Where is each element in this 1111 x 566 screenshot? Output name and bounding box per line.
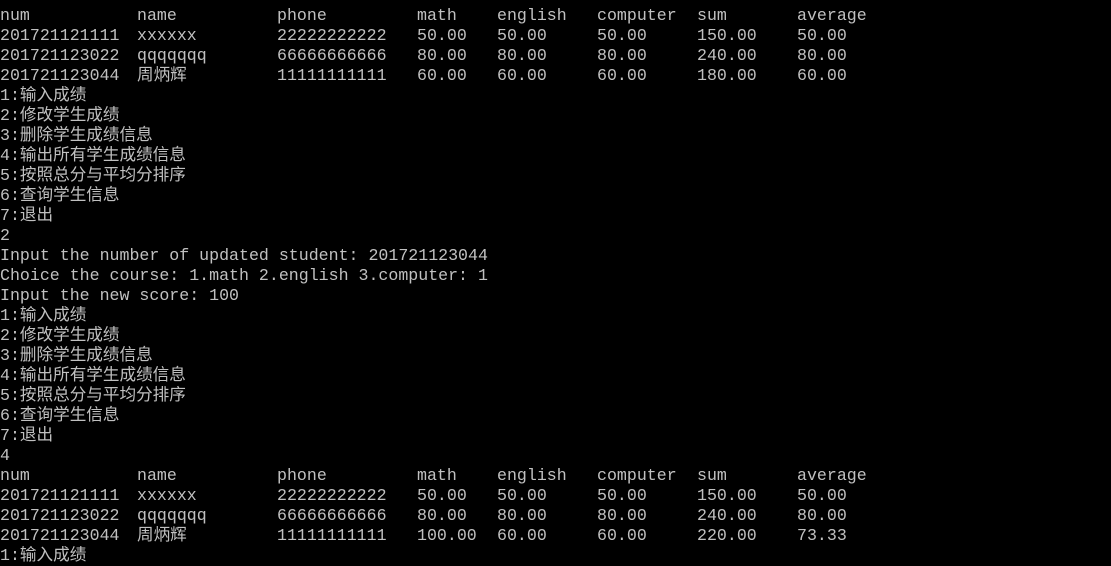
- cell-english: 60.00: [497, 526, 547, 545]
- cell-phone: 22222222222: [277, 486, 387, 505]
- cell-english: english: [497, 6, 567, 25]
- cell-phone: 66666666666: [277, 46, 387, 65]
- console-line: Input the new score: 100: [0, 286, 239, 305]
- cell-computer: computer: [597, 6, 677, 25]
- console-output: 4numnamephonemathenglishcomputersumavera…: [0, 0, 1111, 566]
- cell-computer: 50.00: [597, 486, 647, 505]
- cell-math: 80.00: [417, 46, 467, 65]
- cell-num: num: [0, 466, 30, 485]
- cell-computer: 60.00: [597, 526, 647, 545]
- cell-math: 50.00: [417, 26, 467, 45]
- table-row: 201721123022 qqqqqqq 66666666666 80.00 80.00…: [0, 506, 1111, 526]
- cell-math: math: [417, 6, 457, 25]
- menu-item: 5:按照总分与平均分排序: [0, 166, 186, 185]
- cell-sum: 220.00: [697, 526, 757, 545]
- cell-english: 80.00: [497, 506, 547, 525]
- cell-average: 80.00: [797, 46, 847, 65]
- cell-name: name: [137, 466, 177, 485]
- menu-item: 7:退出: [0, 426, 54, 445]
- table-row: 201721121111 xxxxxx 22222222222 50.00 50.00 5…: [0, 26, 1111, 46]
- cell-math: 80.00: [417, 506, 467, 525]
- cell-computer: computer: [597, 466, 677, 485]
- menu-item: 4:输出所有学生成绩信息: [0, 366, 186, 385]
- cell-name: qqqqqqq: [137, 46, 207, 65]
- cell-sum: 150.00: [697, 486, 757, 505]
- menu-item: 1:输入成绩: [0, 306, 87, 325]
- cell-average: 50.00: [797, 26, 847, 45]
- menu-item: 3:删除学生成绩信息: [0, 126, 153, 145]
- cell-num: 201721123044: [0, 526, 120, 545]
- cell-math: math: [417, 466, 457, 485]
- cell-average: 60.00: [797, 66, 847, 85]
- cell-sum: sum: [697, 466, 727, 485]
- menu-item: 2:修改学生成绩: [0, 326, 120, 345]
- cell-english: english: [497, 466, 567, 485]
- cell-computer: 80.00: [597, 506, 647, 525]
- table-row: 201721123022 qqqqqqq 66666666666 80.00 80.00…: [0, 46, 1111, 66]
- cell-name: xxxxxx: [137, 486, 197, 505]
- cell-computer: 60.00: [597, 66, 647, 85]
- cell-computer: 80.00: [597, 46, 647, 65]
- menu-item: 1:输入成绩: [0, 86, 87, 105]
- cell-sum: 240.00: [697, 46, 757, 65]
- console-line: 1:输入成绩: [0, 546, 87, 565]
- cell-num: 201721123022: [0, 506, 120, 525]
- cell-phone: 22222222222: [277, 26, 387, 45]
- cell-phone: phone: [277, 466, 327, 485]
- console-line: Choice the course: 1.math 2.english 3.co…: [0, 266, 488, 285]
- cell-name: qqqqqqq: [137, 506, 207, 525]
- cell-phone: 11111111111: [277, 526, 387, 545]
- cell-math: 60.00: [417, 66, 467, 85]
- menu-item: 5:按照总分与平均分排序: [0, 386, 186, 405]
- console-line: Input the number of updated student: 201…: [0, 246, 488, 265]
- table-row: 201721121111 xxxxxx 22222222222 50.00 50.00 5…: [0, 486, 1111, 506]
- cell-computer: 50.00: [597, 26, 647, 45]
- cell-name: name: [137, 6, 177, 25]
- menu-item: 6:查询学生信息: [0, 406, 120, 425]
- table-row: 201721123044 周炳辉 11111111111 100.00 60.00 60.…: [0, 526, 1111, 546]
- cell-sum: 150.00: [697, 26, 757, 45]
- cell-name: 周炳辉: [137, 66, 187, 85]
- cell-num: 201721123022: [0, 46, 120, 65]
- cell-average: average: [797, 466, 867, 485]
- cell-average: 73.33: [797, 526, 847, 545]
- cell-sum: sum: [697, 6, 727, 25]
- cell-average: 80.00: [797, 506, 847, 525]
- menu-item: 7:退出: [0, 206, 54, 225]
- cell-num: 201721121111: [0, 486, 120, 505]
- cell-average: 50.00: [797, 486, 847, 505]
- table-row: 201721123044 周炳辉 11111111111 60.00 60.00 60.0…: [0, 66, 1111, 86]
- console-line: 2: [0, 226, 10, 245]
- cell-num: 201721121111: [0, 26, 120, 45]
- cell-phone: phone: [277, 6, 327, 25]
- cell-english: 60.00: [497, 66, 547, 85]
- console-line: 4: [0, 446, 10, 465]
- table-header: num name phone math english computer sum averag…: [0, 466, 1111, 486]
- cell-sum: 180.00: [697, 66, 757, 85]
- cell-english: 50.00: [497, 26, 547, 45]
- cell-average: average: [797, 6, 867, 25]
- cell-phone: 66666666666: [277, 506, 387, 525]
- cell-math: 50.00: [417, 486, 467, 505]
- menu-item: 4:输出所有学生成绩信息: [0, 146, 186, 165]
- table-header: num name phone math english computer sum averag…: [0, 6, 1111, 26]
- cell-english: 80.00: [497, 46, 547, 65]
- menu-item: 3:删除学生成绩信息: [0, 346, 153, 365]
- cell-name: 周炳辉: [137, 526, 187, 545]
- menu-item: 6:查询学生信息: [0, 186, 120, 205]
- menu-item: 2:修改学生成绩: [0, 106, 120, 125]
- cell-num: num: [0, 6, 30, 25]
- cell-phone: 11111111111: [277, 66, 387, 85]
- cell-sum: 240.00: [697, 506, 757, 525]
- cell-num: 201721123044: [0, 66, 120, 85]
- cell-math: 100.00: [417, 526, 477, 545]
- cell-english: 50.00: [497, 486, 547, 505]
- cell-name: xxxxxx: [137, 26, 197, 45]
